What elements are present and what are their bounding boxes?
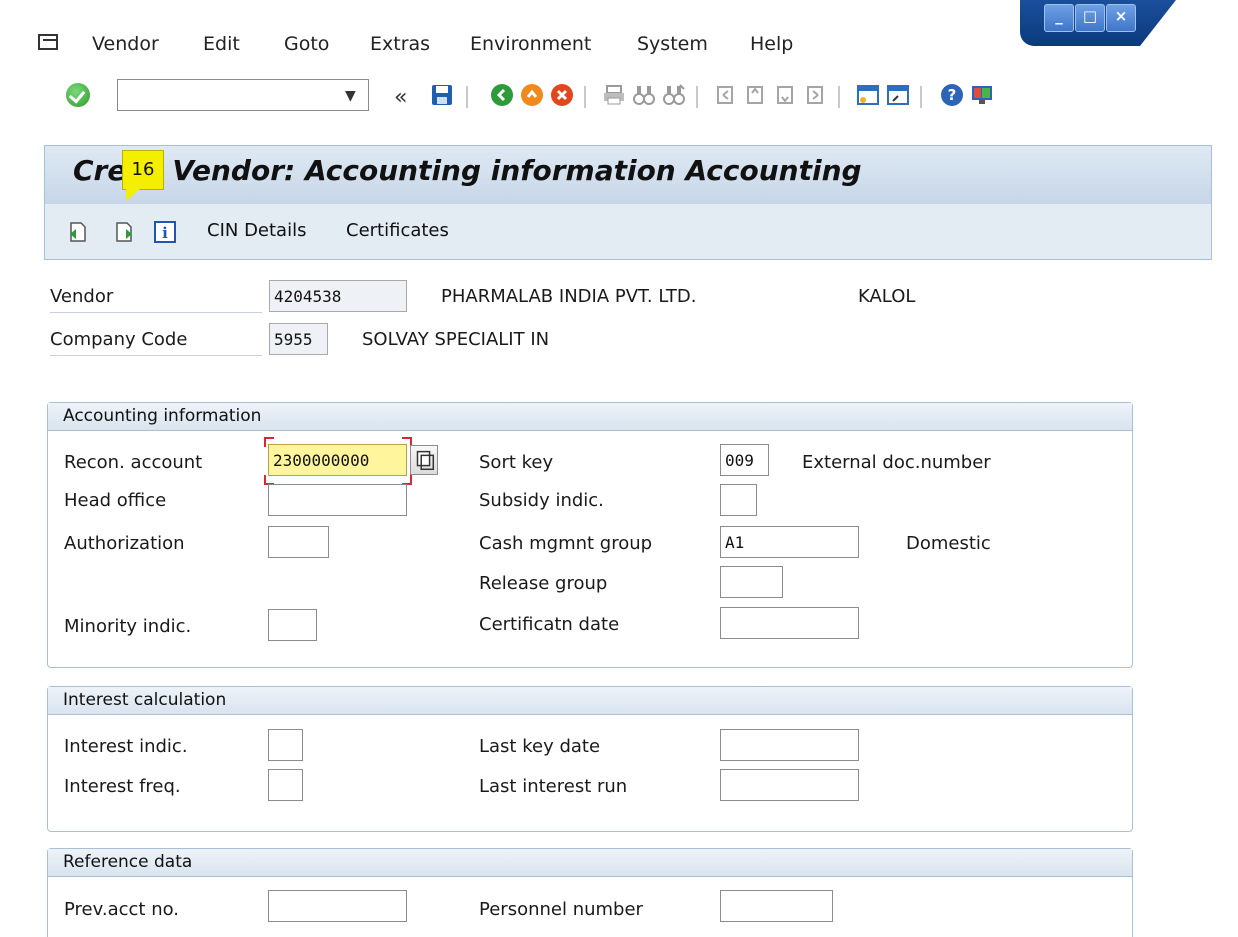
shortcut-icon[interactable]	[886, 83, 910, 107]
release-group-field[interactable]	[720, 566, 783, 598]
find-icon[interactable]	[632, 83, 656, 107]
search-help-icon[interactable]	[410, 445, 438, 475]
cancel-icon[interactable]	[550, 83, 574, 107]
menu-goto[interactable]: Goto	[284, 33, 329, 55]
next-screen-icon[interactable]	[113, 221, 135, 243]
interest-freq-field[interactable]	[268, 769, 303, 801]
page-title: Cre Vendor: Accounting information Accoun…	[73, 154, 862, 187]
minority-indic-label: Minority indic.	[64, 616, 192, 637]
next-page-icon[interactable]	[774, 83, 798, 107]
certification-date-field[interactable]	[720, 607, 859, 639]
company-code-field[interactable]: 5955	[269, 323, 328, 355]
last-key-date-field[interactable]	[720, 729, 859, 761]
company-code-label: Company Code	[50, 329, 262, 356]
last-page-icon[interactable]	[804, 83, 828, 107]
vendor-label: Vendor	[50, 286, 262, 313]
maximize-button[interactable]: □	[1075, 4, 1105, 32]
toolbar-separator	[466, 86, 468, 108]
recon-account-label: Recon. account	[64, 452, 203, 473]
command-dropdown-icon[interactable]: ▼	[345, 88, 356, 104]
first-page-icon[interactable]	[714, 83, 738, 107]
cin-details-button[interactable]: CIN Details	[207, 220, 306, 241]
menu-vendor[interactable]: Vendor	[92, 33, 159, 55]
personnel-number-label: Personnel number	[479, 899, 643, 920]
sort-key-label: Sort key	[479, 452, 554, 473]
recon-account-field[interactable]: 2300000000	[268, 444, 407, 476]
previous-page-icon[interactable]	[744, 83, 768, 107]
print-icon[interactable]	[602, 83, 626, 107]
menu-edit[interactable]: Edit	[203, 33, 240, 55]
subsidy-indic-field[interactable]	[720, 484, 757, 516]
reference-data-heading: Reference data	[48, 849, 1132, 877]
previous-screen-icon[interactable]	[67, 221, 89, 243]
personnel-number-field[interactable]	[720, 890, 833, 922]
minority-indic-field[interactable]	[268, 609, 317, 641]
close-window-button[interactable]: ×	[1106, 4, 1136, 32]
focus-corner	[264, 437, 274, 447]
find-next-icon[interactable]	[662, 83, 686, 107]
menu-help[interactable]: Help	[750, 33, 793, 55]
interest-indic-label: Interest indic.	[64, 736, 188, 757]
subsidy-indic-label: Subsidy indic.	[479, 490, 604, 511]
sort-key-description: External doc.number	[802, 452, 991, 473]
info-icon[interactable]: i	[154, 221, 176, 243]
accounting-info-heading: Accounting information	[48, 403, 1132, 431]
prev-acct-label: Prev.acct no.	[64, 899, 180, 920]
menu-options-icon[interactable]	[38, 34, 60, 52]
authorization-field[interactable]	[268, 526, 329, 558]
toolbar-separator	[584, 86, 586, 108]
prev-acct-field[interactable]	[268, 890, 407, 922]
svg-text:?: ?	[948, 86, 957, 104]
interest-calc-heading: Interest calculation	[48, 687, 1132, 715]
page-title-suffix: Vendor: Accounting information Accountin…	[172, 154, 862, 187]
last-key-date-label: Last key date	[479, 736, 601, 757]
step-badge: 16	[122, 150, 164, 190]
head-office-label: Head office	[64, 490, 167, 511]
sort-key-field[interactable]: 009	[720, 444, 769, 476]
toolbar-separator	[920, 86, 922, 108]
minimize-button[interactable]: _	[1044, 4, 1074, 32]
certification-date-label: Certificatn date	[479, 614, 620, 635]
help-icon[interactable]: ?	[940, 83, 964, 107]
authorization-label: Authorization	[64, 533, 185, 554]
vendor-name: PHARMALAB INDIA PVT. LTD.	[441, 286, 697, 307]
interest-freq-label: Interest freq.	[64, 776, 181, 797]
release-group-label: Release group	[479, 573, 608, 594]
cash-mgmt-group-field[interactable]: A1	[720, 526, 859, 558]
last-interest-run-label: Last interest run	[479, 776, 628, 797]
interest-calc-group: Interest calculation	[47, 686, 1133, 832]
head-office-field[interactable]	[268, 484, 407, 516]
toolbar-separator	[696, 86, 698, 108]
customize-layout-icon[interactable]	[970, 83, 994, 107]
step-badge-pointer	[126, 189, 140, 201]
page-title-prefix: Cre	[73, 154, 127, 187]
back-icon[interactable]	[490, 83, 514, 107]
vendor-city: KALOL	[858, 286, 916, 307]
menu-environment[interactable]: Environment	[470, 33, 591, 55]
reference-data-group: Reference data	[47, 848, 1133, 937]
company-name: SOLVAY SPECIALIT IN	[362, 329, 550, 350]
toolbar-separator	[838, 86, 840, 108]
interest-indic-field[interactable]	[268, 729, 303, 761]
last-interest-run-field[interactable]	[720, 769, 859, 801]
create-session-icon[interactable]	[856, 83, 880, 107]
collapse-command-icon[interactable]: «	[394, 85, 407, 110]
save-icon[interactable]	[430, 83, 454, 107]
enter-icon[interactable]	[66, 83, 90, 107]
certificates-button[interactable]: Certificates	[346, 220, 449, 241]
cash-mgmt-group-description: Domestic	[906, 533, 991, 554]
menu-system[interactable]: System	[637, 33, 708, 55]
svg-text:i: i	[162, 224, 168, 242]
vendor-field[interactable]: 4204538	[269, 280, 407, 312]
cash-mgmt-group-label: Cash mgmnt group	[479, 533, 653, 554]
command-field[interactable]	[117, 79, 369, 111]
menu-extras[interactable]: Extras	[370, 33, 430, 55]
exit-icon[interactable]	[520, 83, 544, 107]
